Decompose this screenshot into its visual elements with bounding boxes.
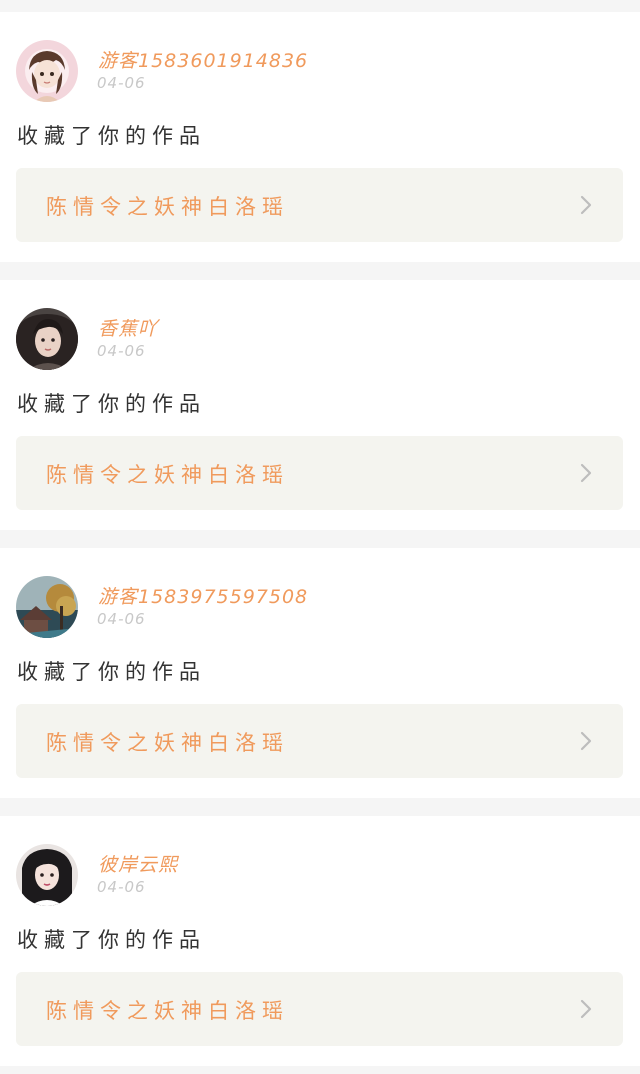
notification-card: 游客15836019148​36 04-06 收藏了你的作品 陈情令之妖神白洛瑶 bbox=[0, 12, 640, 262]
action-text: 收藏了你的作品 bbox=[17, 124, 206, 148]
user-avatar[interactable] bbox=[16, 40, 78, 102]
work-title: 陈情令之妖神白洛瑶 bbox=[46, 999, 289, 1023]
timestamp: 04-06 bbox=[97, 342, 146, 360]
work-link[interactable]: 陈情令之妖神白洛瑶 bbox=[16, 436, 623, 510]
chevron-right-icon bbox=[580, 463, 592, 483]
action-text: 收藏了你的作品 bbox=[17, 928, 206, 952]
timestamp: 04-06 bbox=[97, 878, 146, 896]
notification-card: 游客1583975597508 04-06 收藏了你的作品 陈情令之妖神白洛瑶 bbox=[0, 548, 640, 798]
user-avatar[interactable] bbox=[16, 576, 78, 638]
notification-list: 游客15836019148​36 04-06 收藏了你的作品 陈情令之妖神白洛瑶… bbox=[0, 0, 640, 1074]
notification-card: 彼岸云熙 04-06 收藏了你的作品 陈情令之妖神白洛瑶 bbox=[0, 816, 640, 1066]
notification-card: 香蕉吖 04-06 收藏了你的作品 陈情令之妖神白洛瑶 bbox=[0, 280, 640, 530]
chevron-right-icon bbox=[580, 731, 592, 751]
chevron-right-icon bbox=[580, 999, 592, 1019]
username[interactable]: 游客15836019148​36 bbox=[98, 46, 308, 73]
work-title: 陈情令之妖神白洛瑶 bbox=[46, 463, 289, 487]
work-link[interactable]: 陈情令之妖神白洛瑶 bbox=[16, 168, 623, 242]
work-title: 陈情令之妖神白洛瑶 bbox=[46, 195, 289, 219]
timestamp: 04-06 bbox=[97, 74, 146, 92]
work-link[interactable]: 陈情令之妖神白洛瑶 bbox=[16, 704, 623, 778]
action-text: 收藏了你的作品 bbox=[17, 392, 206, 416]
work-title: 陈情令之妖神白洛瑶 bbox=[46, 731, 289, 755]
user-avatar[interactable] bbox=[16, 844, 78, 906]
username[interactable]: 香蕉吖 bbox=[98, 314, 158, 341]
work-link[interactable]: 陈情令之妖神白洛瑶 bbox=[16, 972, 623, 1046]
timestamp: 04-06 bbox=[97, 610, 146, 628]
action-text: 收藏了你的作品 bbox=[17, 660, 206, 684]
chevron-right-icon bbox=[580, 195, 592, 215]
username[interactable]: 游客1583975597508 bbox=[98, 582, 308, 609]
username[interactable]: 彼岸云熙 bbox=[98, 850, 178, 877]
user-avatar[interactable] bbox=[16, 308, 78, 370]
